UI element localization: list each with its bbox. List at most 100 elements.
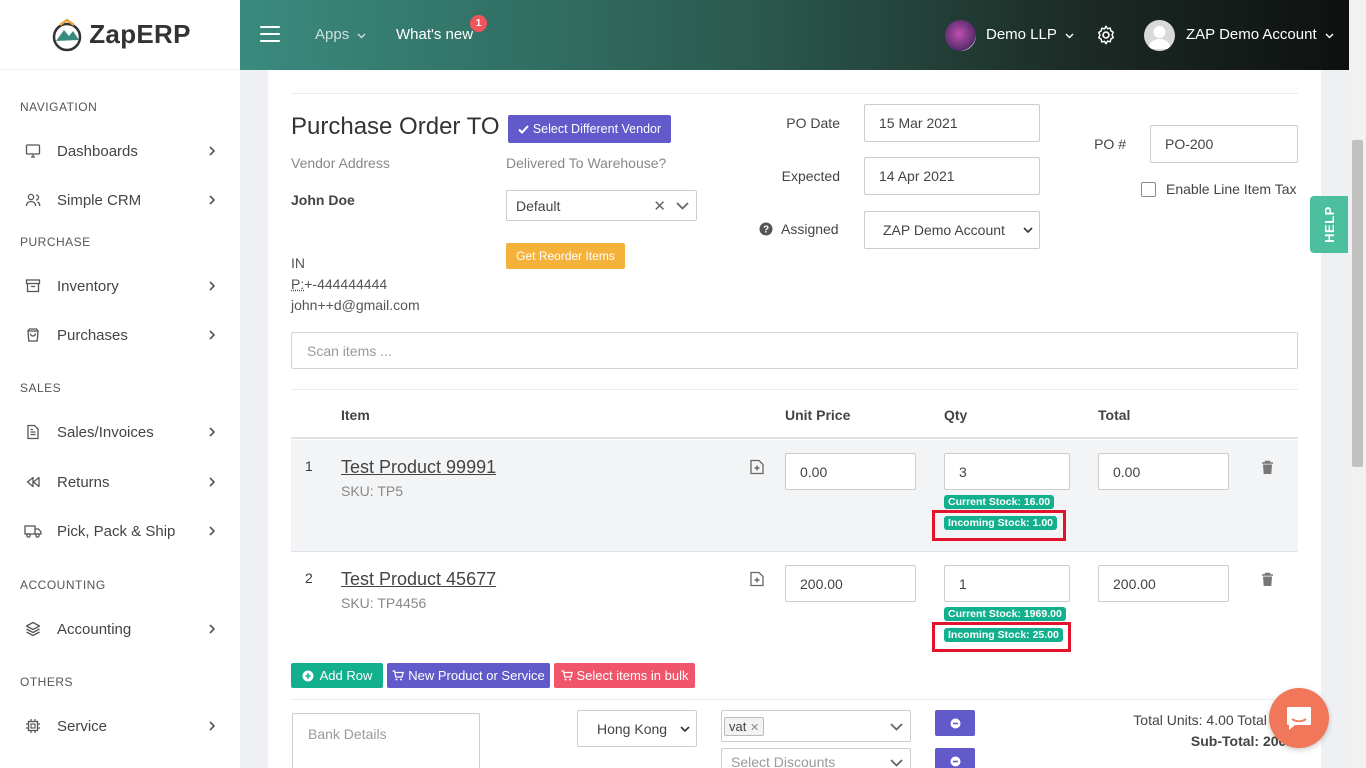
gear-icon[interactable] [1095, 24, 1117, 49]
cpu-icon [24, 717, 42, 735]
current-stock-badge: Current Stock: 1969.00 [944, 607, 1066, 621]
hamburger-menu-icon[interactable] [260, 26, 280, 47]
minus-circle-icon [950, 756, 960, 766]
scrollbar[interactable] [1349, 0, 1366, 768]
table-row: 2 Test Product 45677 SKU: TP4456 200.00 … [291, 552, 1298, 664]
assigned-select[interactable]: ZAP Demo Account [864, 211, 1040, 249]
row-number: 2 [305, 570, 313, 586]
chevron-right-icon [208, 622, 216, 639]
chevron-down-icon [676, 202, 689, 210]
tax-multiselect[interactable]: vat ✕ [721, 710, 911, 742]
scrollbar-thumb[interactable] [1352, 140, 1363, 467]
company-avatar[interactable] [945, 20, 976, 51]
sidebar-item-label: Sales/Invoices [57, 423, 154, 441]
sidebar-item-service[interactable]: Service [0, 706, 240, 746]
region-select[interactable]: Hong Kong [577, 710, 697, 747]
sidebar-item-returns[interactable]: Returns [0, 462, 240, 502]
chat-button[interactable] [1269, 688, 1329, 748]
tax-tag[interactable]: vat ✕ [724, 716, 765, 736]
delivered-to-label: Delivered To Warehouse? [506, 155, 667, 171]
scan-items-input[interactable]: Scan items ... [291, 332, 1298, 369]
whats-new-link[interactable]: What's new [396, 26, 473, 43]
table-row: 1 Test Product 99991 SKU: TP5 0.00 3 0.0… [291, 440, 1298, 552]
vendor-email: john++d@gmail.com [291, 297, 420, 313]
unit-price-input[interactable]: 0.00 [785, 453, 916, 490]
help-label: HELP [1321, 206, 1337, 243]
brand-name: ZapERP [89, 19, 191, 49]
file-plus-icon[interactable] [749, 571, 765, 590]
user-menu[interactable]: ZAP Demo Account [1186, 26, 1334, 43]
select-vendor-label: Select Different Vendor [532, 122, 662, 136]
expected-date-input[interactable]: 14 Apr 2021 [864, 157, 1040, 195]
total-input[interactable]: 0.00 [1098, 453, 1229, 490]
divider [291, 93, 1298, 94]
items-table-header: Item Unit Price Qty Total [291, 389, 1298, 439]
file-plus-icon[interactable] [749, 459, 765, 478]
line-item-tax-toggle[interactable]: Enable Line Item Tax [1141, 181, 1297, 197]
company-switcher[interactable]: Demo LLP [986, 26, 1074, 43]
chevron-down-icon [890, 759, 903, 767]
column-header-total: Total [1098, 407, 1131, 423]
user-avatar[interactable] [1144, 20, 1175, 51]
discount-select[interactable]: Select Discounts [721, 748, 911, 768]
remove-discount-button[interactable] [935, 748, 975, 768]
sidebar-item-accounting[interactable]: Accounting [0, 609, 240, 649]
chevron-right-icon [208, 524, 216, 541]
clear-icon[interactable]: ✕ [653, 197, 666, 215]
select-vendor-button[interactable]: Select Different Vendor [508, 115, 671, 143]
chevron-right-icon [208, 475, 216, 492]
sidebar-item-sales-invoices[interactable]: Sales/Invoices [0, 412, 240, 452]
chevron-down-icon [680, 726, 690, 733]
product-link[interactable]: Test Product 99991 [341, 457, 496, 478]
assigned-value: ZAP Demo Account [883, 222, 1005, 238]
sidebar-item-dashboards[interactable]: Dashboards [0, 131, 240, 171]
select-bulk-button[interactable]: Select items in bulk [554, 663, 695, 688]
minus-circle-icon [950, 718, 960, 728]
nav-section-purchase: PURCHASE [20, 235, 91, 249]
chevron-right-icon [208, 193, 216, 210]
line-item-tax-label: Enable Line Item Tax [1166, 181, 1297, 197]
chevron-right-icon [208, 719, 216, 736]
sidebar-item-label: Dashboards [57, 142, 138, 160]
get-reorder-items-button[interactable]: Get Reorder Items [506, 243, 625, 269]
warehouse-select[interactable]: Default ✕ [506, 190, 697, 221]
new-product-button[interactable]: New Product or Service [387, 663, 550, 688]
trash-icon[interactable] [1261, 460, 1274, 478]
remove-tax-button[interactable] [935, 710, 975, 736]
add-row-button[interactable]: Add Row [291, 663, 383, 688]
help-circle-icon[interactable]: ? [759, 222, 773, 236]
product-link[interactable]: Test Product 45677 [341, 569, 496, 590]
remove-tag-icon[interactable]: ✕ [750, 722, 759, 734]
sidebar-item-inventory[interactable]: Inventory [0, 266, 240, 306]
assigned-label-group: ? Assigned [759, 221, 839, 237]
total-units-text: Total Units: 4.00 Total Item [1133, 712, 1298, 728]
bank-details-textarea[interactable]: Bank Details [292, 713, 480, 768]
po-number-input[interactable]: PO-200 [1150, 125, 1298, 163]
warehouse-value: Default [516, 197, 561, 214]
sidebar-item-purchases[interactable]: Purchases [0, 315, 240, 355]
vendor-address-label: Vendor Address [291, 155, 390, 171]
column-header-item: Item [341, 407, 370, 423]
layers-icon [24, 620, 42, 638]
user-name: ZAP Demo Account [1186, 26, 1317, 43]
total-input[interactable]: 200.00 [1098, 565, 1229, 602]
po-date-input[interactable]: 15 Mar 2021 [864, 104, 1040, 142]
sidebar-item-simple-crm[interactable]: Simple CRM [0, 180, 240, 220]
unit-price-input[interactable]: 200.00 [785, 565, 916, 602]
nav-section-sales: SALES [20, 381, 62, 395]
chevron-down-icon [890, 723, 903, 731]
sidebar-item-label: Inventory [57, 277, 119, 295]
sidebar-item-label: Simple CRM [57, 191, 142, 209]
help-tab[interactable]: HELP [1310, 196, 1348, 253]
po-date-label: PO Date [786, 115, 840, 131]
apps-menu[interactable]: Apps [315, 26, 366, 43]
trash-icon[interactable] [1261, 572, 1274, 590]
qty-input[interactable]: 3 [944, 453, 1070, 490]
file-text-icon [24, 423, 42, 441]
plus-circle-icon [302, 670, 314, 681]
qty-input[interactable]: 1 [944, 565, 1070, 602]
sidebar-item-pick-pack-ship[interactable]: Pick, Pack & Ship [0, 511, 240, 551]
brand-logo[interactable]: ZapERP [0, 0, 240, 70]
column-header-unit-price: Unit Price [785, 407, 851, 423]
checkbox[interactable] [1141, 181, 1156, 197]
